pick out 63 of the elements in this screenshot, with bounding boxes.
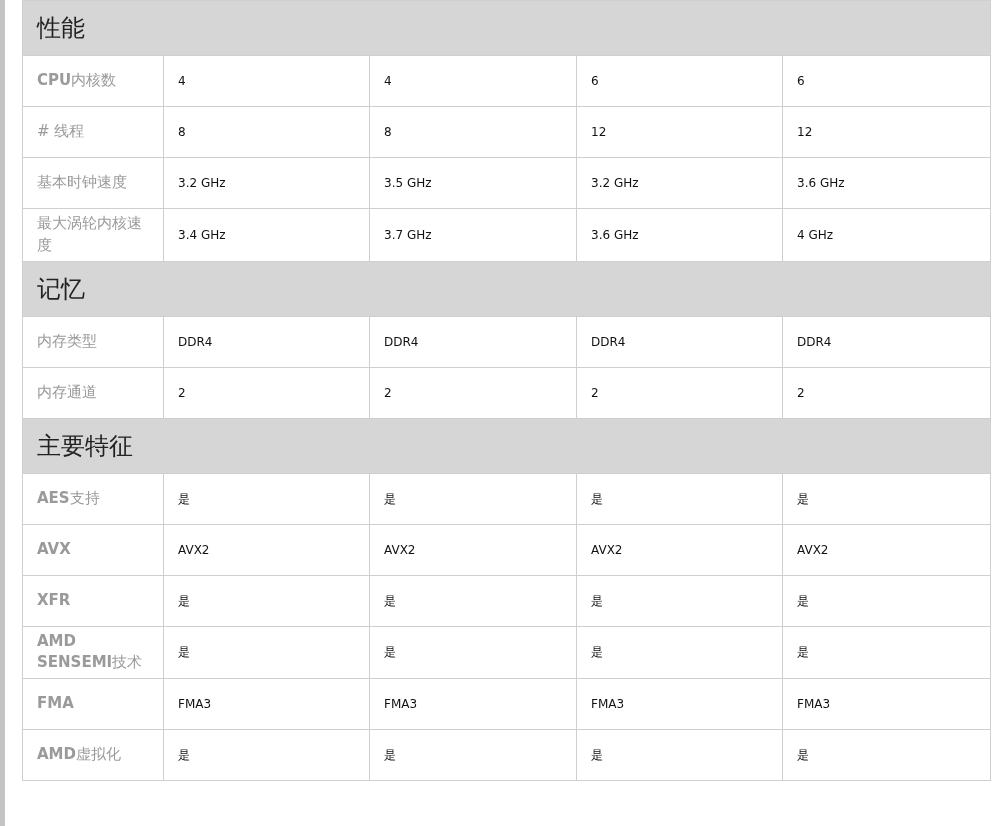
row-label: AMD SENSEMI技术 — [22, 626, 164, 679]
section-heading: 主要特征 — [22, 418, 991, 473]
table-cell: 是 — [576, 729, 783, 781]
table-cell: 是 — [163, 473, 370, 524]
table-cell: 3.5 GHz — [369, 157, 577, 209]
table-cell: 是 — [576, 575, 783, 626]
table-cell: 3.7 GHz — [369, 208, 577, 261]
table-cell: 8 — [163, 106, 370, 158]
row-label: AVX — [22, 524, 164, 575]
table-cell: 是 — [369, 729, 577, 781]
table-cell: 2 — [576, 367, 783, 418]
table-cell: 3.2 GHz — [163, 157, 370, 209]
table-cell: 是 — [782, 473, 991, 524]
table-cell: AVX2 — [369, 524, 577, 575]
section-heading: 性能 — [22, 0, 991, 56]
table-cell: 是 — [369, 626, 577, 679]
table-cell: 4 — [163, 55, 370, 107]
table-cell: 6 — [782, 55, 991, 107]
table-cell: 是 — [782, 626, 991, 679]
table-cell: 12 — [782, 106, 991, 158]
table-cell: 3.4 GHz — [163, 208, 370, 261]
table-cell: 2 — [369, 367, 577, 418]
table-cell: FMA3 — [163, 678, 370, 730]
table-cell: 4 GHz — [782, 208, 991, 261]
table-cell: 8 — [369, 106, 577, 158]
table-cell: 是 — [576, 626, 783, 679]
table-cell: 2 — [782, 367, 991, 418]
table-cell: FMA3 — [782, 678, 991, 730]
table-cell: DDR4 — [163, 316, 370, 367]
table-cell: 是 — [369, 575, 577, 626]
row-label: CPU内核数 — [22, 55, 164, 107]
row-label: AMD虚拟化 — [22, 729, 164, 781]
table-cell: 是 — [782, 575, 991, 626]
table-cell: 2 — [163, 367, 370, 418]
table-cell: AVX2 — [576, 524, 783, 575]
row-label: FMA — [22, 678, 164, 730]
table-cell: AVX2 — [163, 524, 370, 575]
table-cell: 是 — [782, 729, 991, 781]
section-heading: 记忆 — [22, 261, 991, 316]
table-cell: DDR4 — [369, 316, 577, 367]
row-label: 内存类型 — [22, 316, 164, 367]
table-cell: DDR4 — [782, 316, 991, 367]
table-cell: 是 — [163, 575, 370, 626]
table-cell: 12 — [576, 106, 783, 158]
row-label: # 线程 — [22, 106, 164, 158]
table-cell: 是 — [576, 473, 783, 524]
table-cell: 6 — [576, 55, 783, 107]
table-cell: DDR4 — [576, 316, 783, 367]
row-label: 最大涡轮内核速度 — [22, 208, 164, 261]
table-cell: 3.6 GHz — [782, 157, 991, 209]
row-label: AES支持 — [22, 473, 164, 524]
table-cell: AVX2 — [782, 524, 991, 575]
table-cell: 是 — [163, 729, 370, 781]
table-cell: 3.2 GHz — [576, 157, 783, 209]
table-cell: FMA3 — [369, 678, 577, 730]
table-cell: 是 — [369, 473, 577, 524]
row-label: 基本时钟速度 — [22, 157, 164, 209]
row-label: XFR — [22, 575, 164, 626]
row-label: 内存通道 — [22, 367, 164, 418]
table-cell: FMA3 — [576, 678, 783, 730]
table-cell: 4 — [369, 55, 577, 107]
table-cell: 是 — [163, 626, 370, 679]
table-cell: 3.6 GHz — [576, 208, 783, 261]
